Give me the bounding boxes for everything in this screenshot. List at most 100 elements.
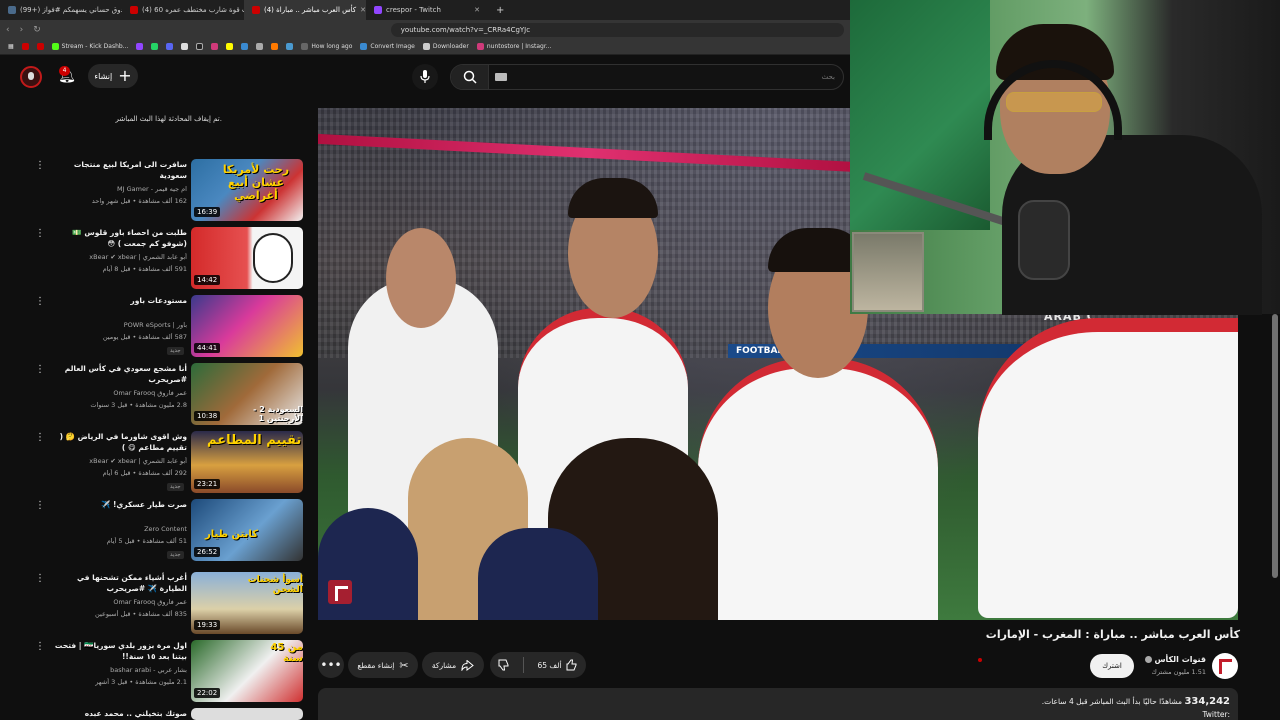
like-button[interactable]: 65 ألف: [529, 652, 585, 678]
more-options-icon[interactable]: ⋮: [35, 297, 45, 307]
tiktok-icon[interactable]: [196, 43, 204, 50]
viewer-count: 334,242: [1184, 696, 1230, 707]
thumbnail-text: رحت لأمريكا عشان أبيع أغراضي: [222, 163, 290, 202]
bookmark-label: How long ago: [311, 43, 353, 50]
subscribe-button[interactable]: اشترك: [1090, 654, 1134, 678]
browser-tab[interactable]: crespor - Twitch ✕: [366, 0, 488, 20]
channel-name[interactable]: ام جيه قيمر - MJ Gamer: [50, 185, 187, 193]
whatsapp-icon[interactable]: [151, 43, 159, 50]
video-thumbnail[interactable]: [191, 708, 303, 720]
keyboard-icon[interactable]: [495, 73, 507, 81]
thumbnail-text: من 45 سنة: [270, 642, 303, 664]
search-input[interactable]: [507, 66, 843, 88]
description-twitter-label: Twitter:: [1202, 710, 1230, 719]
channel-name[interactable]: باور | POWR eSports: [50, 321, 187, 329]
bookmark-icon[interactable]: [21, 43, 29, 50]
search-bar: [450, 64, 844, 90]
bookmark-icon[interactable]: [241, 43, 249, 50]
more-options-icon[interactable]: ⋮: [35, 433, 45, 443]
page-scrollbar[interactable]: [1272, 314, 1278, 578]
video-title[interactable]: اول مرة بزور بلدي سوريا🇸🇾 | فتحت بيتنا ب…: [50, 640, 187, 662]
instagram-icon[interactable]: [211, 43, 219, 50]
reload-icon[interactable]: ↻: [33, 25, 41, 35]
recommendations-sidebar: تم إيقاف المحادثة لهذا البث المباشر. رحت…: [0, 97, 316, 720]
video-title[interactable]: أغرب أشياء ممكن تشحنها في الطيارة ✈️ #صر…: [50, 572, 187, 594]
video-title[interactable]: مستودعات باور: [50, 295, 187, 306]
video-title[interactable]: وش اقوى شاورما في الرياض 🤔 ( تقييم مطاعم…: [50, 431, 187, 453]
more-options-icon[interactable]: ⋮: [35, 229, 45, 239]
voice-search-button[interactable]: [412, 64, 438, 90]
more-options-icon[interactable]: ⋮: [35, 161, 45, 171]
recommendation-item[interactable]: من 45 سنة 22:02 ⋮ اول مرة بزور بلدي سوري…: [0, 640, 316, 704]
video-title[interactable]: أنا مشجع سعودي في كأس العالم #صريحرب: [50, 363, 187, 385]
bookmark-icon[interactable]: [286, 43, 294, 50]
recommendation-item[interactable]: تقييم المطاعم 23:21 ⋮ وش اقوى شاورما في …: [0, 431, 316, 495]
video-title[interactable]: سافرت الى امريكا لبيع منتجات سعودية: [50, 159, 187, 181]
browser-tab[interactable]: (99+) صندوق حساني يسهمكم #فواز ✕: [0, 0, 122, 20]
recommendation-item[interactable]: 44:41 ⋮ مستودعات باور باور | POWR eSport…: [0, 295, 316, 359]
search-button[interactable]: [451, 65, 489, 89]
scissors-icon: ✂: [399, 658, 409, 672]
video-duration: 22:02: [194, 688, 221, 698]
recommendation-item[interactable]: رحت لأمريكا عشان أبيع أغراضي 16:39 ⋮ ساف…: [0, 159, 316, 223]
url-field[interactable]: youtube.com/watch?v=_CRRa4CgYJc: [390, 22, 844, 37]
recommendation-item[interactable]: كابتن طيار 26:52 ⋮ صرت طيار عسكري! ✈️ Ze…: [0, 499, 316, 563]
new-badge: جديد: [167, 347, 184, 355]
more-options-icon[interactable]: ⋮: [35, 642, 45, 652]
clip-button[interactable]: إنشاء مقطع ✂: [348, 652, 418, 678]
channel-name[interactable]: عمر فاروق Omar Farooq: [50, 389, 187, 397]
channel-name[interactable]: عمر فاروق Omar Farooq: [50, 598, 187, 606]
subscriber-count: 1.51 مليون مشترك: [1151, 668, 1206, 676]
twitch-icon[interactable]: [136, 43, 144, 50]
bookmark-convert-image[interactable]: Convert Image: [360, 43, 415, 50]
video-title[interactable]: طلبت من احصاء باور قلوس 💵 (شوفو كم جمعت …: [50, 227, 187, 249]
more-options-icon[interactable]: ⋮: [35, 365, 45, 375]
bookmark-kick[interactable]: Stream - Kick Dashb...: [51, 43, 129, 50]
recommendation-item-partial[interactable]: صوتك بتخيلني .. محمد عبده: [0, 708, 316, 720]
more-options-icon[interactable]: ⋮: [35, 574, 45, 584]
github-icon[interactable]: [256, 43, 264, 50]
snapchat-icon[interactable]: [226, 43, 234, 50]
like-dislike-group: 65 ألف: [490, 652, 586, 678]
video-duration: 10:38: [194, 411, 221, 421]
bookmark-icon[interactable]: [36, 43, 44, 50]
share-button[interactable]: مشاركة: [422, 652, 484, 678]
channel-name[interactable]: أبو عابد الشمري | xBear ✔ xbear: [50, 457, 187, 465]
channel-avatar[interactable]: [1212, 653, 1238, 679]
more-options-icon[interactable]: ⋮: [35, 501, 45, 511]
recommendation-item[interactable]: أسوأ شحنات الشحن 19:33 ⋮ أغرب أشياء ممكن…: [0, 572, 316, 636]
microphone-icon: [1018, 200, 1070, 280]
new-tab-button[interactable]: +: [488, 5, 512, 16]
video-meta: 162 ألف مشاهدة • قبل شهر واحد: [91, 197, 187, 205]
x-icon[interactable]: [181, 43, 189, 50]
bookmark-icon[interactable]: [271, 43, 279, 50]
thumbnail-text: أسوأ شحنات الشحن: [247, 575, 303, 595]
back-icon[interactable]: ‹: [6, 25, 10, 35]
discord-icon[interactable]: [166, 43, 174, 50]
video-title[interactable]: صوتك بتخيلني .. محمد عبده: [50, 708, 187, 719]
more-actions-button[interactable]: •••: [318, 652, 344, 678]
tab-close-icon[interactable]: ✕: [474, 6, 480, 14]
browser-tab-active[interactable]: (4) كأس العرب مباشر .. مباراة ✕: [244, 0, 366, 20]
browser-tab[interactable]: (4) اختبرت قوة شارب مختطف عمره 60 ✕: [122, 0, 244, 20]
forward-icon[interactable]: ›: [20, 25, 24, 35]
recommendation-item[interactable]: 14:42 ⋮ طلبت من احصاء باور قلوس 💵 (شوفو …: [0, 227, 316, 291]
video-meta: 2.1 مليون مشاهدة • قبل 3 أشهر: [95, 678, 187, 686]
channel-name-main[interactable]: قنوات الكأس: [1136, 655, 1206, 664]
apps-icon[interactable]: ▦: [8, 43, 14, 50]
video-title[interactable]: صرت طيار عسكري! ✈️: [50, 499, 187, 510]
tab-favicon-icon: [130, 6, 138, 14]
channel-name[interactable]: Zero Content: [50, 525, 187, 533]
tab-label: crespor - Twitch: [386, 6, 441, 14]
bookmark-how-long-ago[interactable]: How long ago: [301, 43, 352, 50]
recommendation-item[interactable]: السعودية 2 - الأرجنتين 1 10:38 ⋮ أنا مشج…: [0, 363, 316, 427]
account-avatar[interactable]: [20, 66, 42, 88]
create-button[interactable]: إنشاء +: [88, 64, 138, 88]
bookmark-label: Stream - Kick Dashb...: [61, 43, 129, 50]
dislike-button[interactable]: [490, 652, 518, 678]
channel-name[interactable]: أبو عابد الشمري | xBear ✔ xbear: [50, 253, 187, 261]
verified-icon: [1144, 656, 1152, 663]
bookmark-downloader[interactable]: Downloader: [422, 43, 469, 50]
channel-name[interactable]: بشار عربي - bashar arabi: [50, 666, 187, 674]
bookmark-instagram[interactable]: nuntostore | Instagr...: [476, 43, 551, 50]
